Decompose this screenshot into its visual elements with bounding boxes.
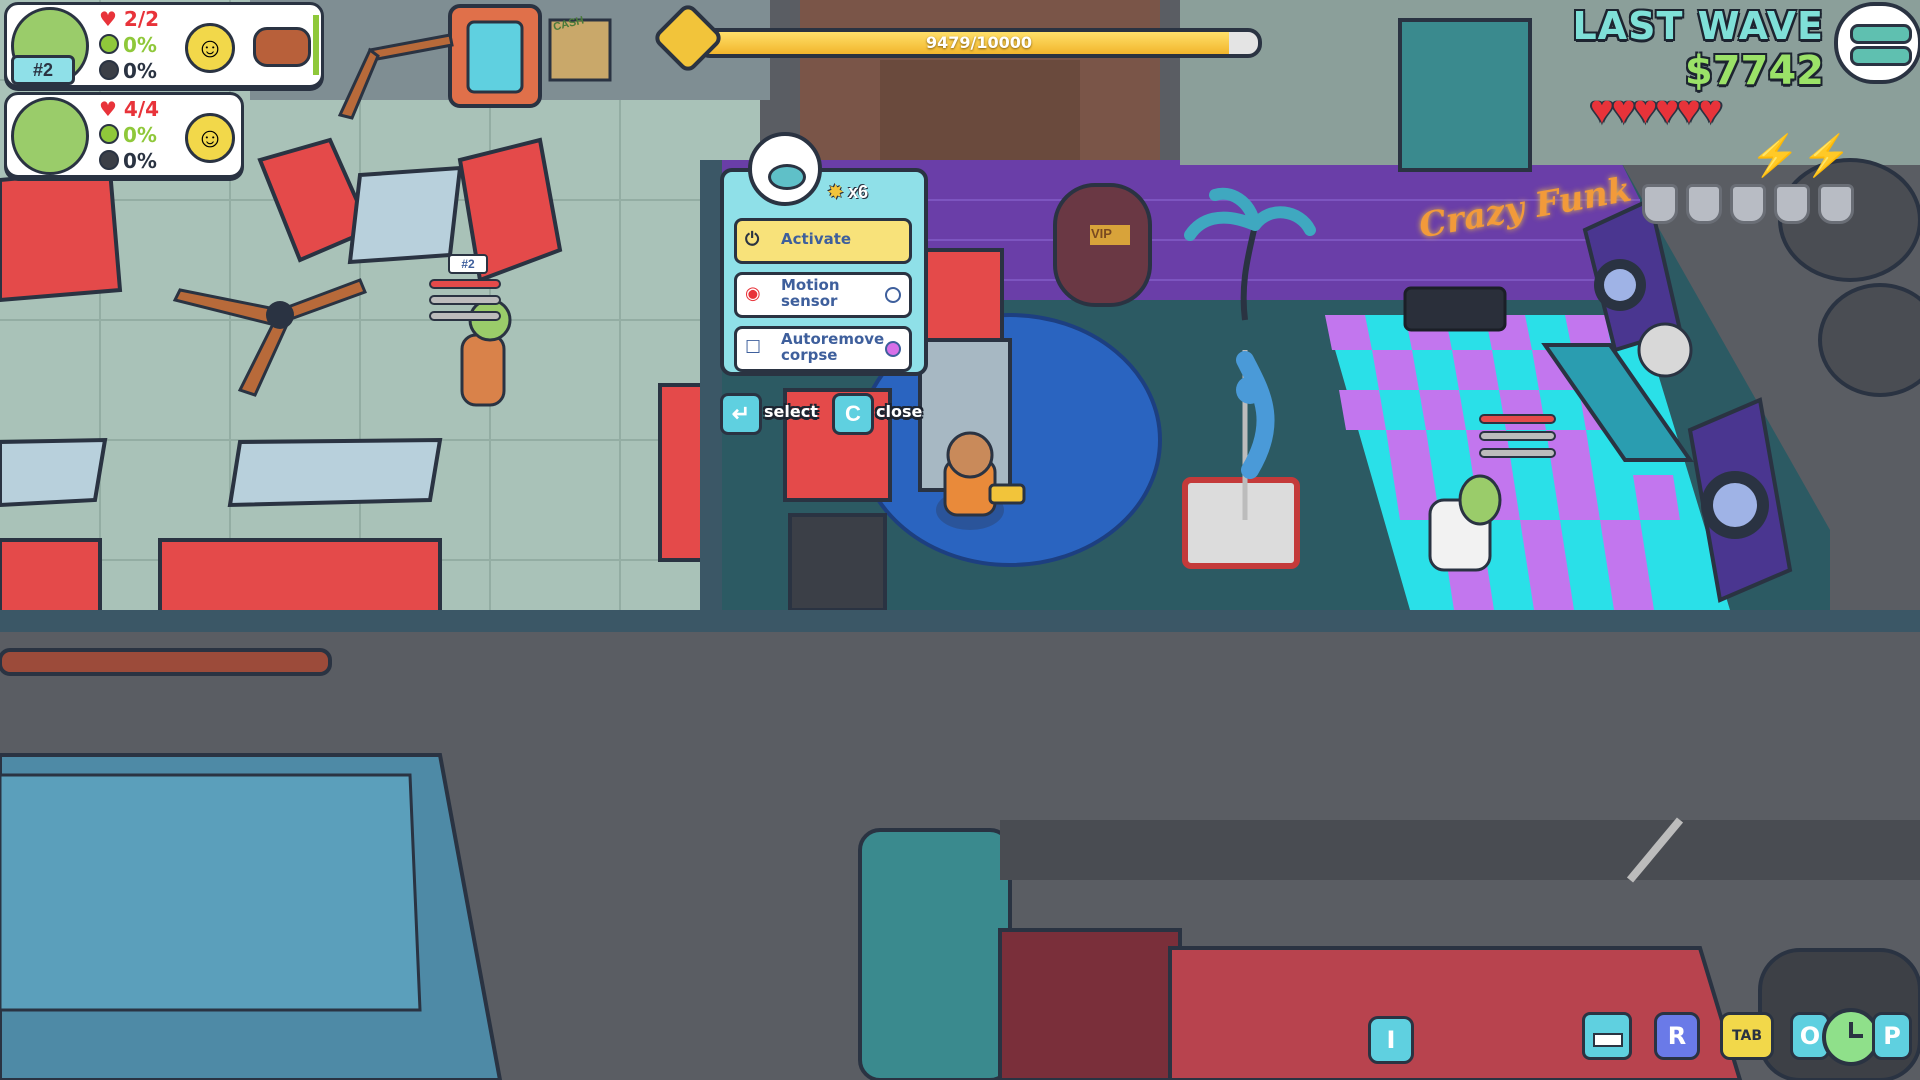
speed-up-button[interactable]: P [1872, 1012, 1912, 1060]
shield-icon [1642, 184, 1678, 224]
mood-stat: 0% [99, 123, 157, 147]
customer-avatar [11, 97, 89, 175]
rotate-button[interactable]: R [1654, 1012, 1700, 1060]
happy-icon: ☺ [185, 23, 235, 73]
heart-icon: ♥ [1655, 88, 1679, 132]
enemy-health-bar [429, 279, 501, 321]
toggle-on-icon[interactable] [885, 341, 901, 357]
vip-sign: VIP [1091, 226, 1112, 241]
wave-progress-text: 9479/10000 [925, 33, 1033, 52]
mood-icon [99, 34, 119, 54]
customer-card-1[interactable]: #2 ♥ 2/2 0% 0% ☺ [4, 2, 324, 88]
lightning-icon: ⚡ [1801, 134, 1854, 178]
heart-icon: ♥ [1590, 88, 1614, 132]
corpse-icon: ☐ [745, 337, 762, 358]
customer-card-2[interactable]: ♥ 4/4 0% 0% ☺ [4, 92, 244, 178]
dirt-stat: 0% [99, 59, 157, 83]
close-key[interactable]: C [832, 393, 874, 435]
toggle-off-icon[interactable] [885, 287, 901, 303]
game-world [0, 0, 1920, 1080]
build-icon[interactable] [1582, 1012, 1632, 1060]
spark-icon: ✸ [828, 182, 844, 202]
object-icon [748, 132, 822, 206]
tab-button[interactable]: TAB [1720, 1012, 1774, 1060]
action-popup: ✸ x6 ⏻ Activate ◉ Motion sensor ☐ Autore… [720, 168, 928, 376]
shield-icon [1818, 184, 1854, 224]
dj-character [1637, 322, 1693, 378]
shield-icon [1686, 184, 1722, 224]
hands-icon [1834, 2, 1920, 84]
lightning-icon: ⚡ [1750, 134, 1802, 178]
power-icon: ⏻ [745, 229, 760, 250]
option-activate[interactable]: ⏻ Activate [734, 218, 912, 264]
inventory-button[interactable]: I [1368, 1016, 1414, 1064]
customer-badge: #2 [11, 55, 75, 85]
sensor-icon: ◉ [745, 283, 761, 304]
patience-bar [313, 15, 319, 75]
option-autoremove-corpse[interactable]: ☐ Autoremove corpse [734, 326, 912, 372]
shield-icon [1774, 184, 1810, 224]
close-key-label: close [876, 402, 923, 421]
select-key-label: select [764, 402, 818, 421]
mood-stat: 0% [99, 33, 157, 57]
mood-icon [99, 124, 119, 144]
select-key[interactable]: ↵ [720, 393, 762, 435]
wave-progress-bar: 9479/10000 [696, 28, 1262, 58]
skull-icon [99, 150, 119, 170]
health-stat: ♥ 4/4 [99, 97, 160, 121]
health-stat: ♥ 2/2 [99, 7, 160, 31]
heart-icon: ♥ [1611, 88, 1636, 132]
skull-icon [99, 60, 119, 80]
heart-icon: ♥ [1677, 88, 1701, 132]
wave-label: LAST WAVE [1572, 4, 1824, 48]
shield-icon [1730, 184, 1766, 224]
dancer-health-bar [1479, 414, 1556, 458]
heart-icon: ♥ [1633, 88, 1658, 132]
police-shields [1642, 184, 1862, 229]
happy-icon: ☺ [185, 113, 235, 163]
uses-count: ✸ x6 [828, 182, 869, 202]
enemy-badge: #2 [448, 254, 488, 274]
lives-hearts: ♥♥♥♥♥♥ [1590, 88, 1723, 133]
heart-icon: ♥ [99, 97, 117, 121]
dirt-stat: 0% [99, 149, 157, 173]
energy-bolts: ⚡⚡ [1750, 132, 1854, 179]
option-motion-sensor[interactable]: ◉ Motion sensor [734, 272, 912, 318]
heart-icon: ♥ [99, 7, 117, 31]
heart-icon: ♥ [1698, 88, 1723, 132]
burger-icon [253, 27, 311, 67]
